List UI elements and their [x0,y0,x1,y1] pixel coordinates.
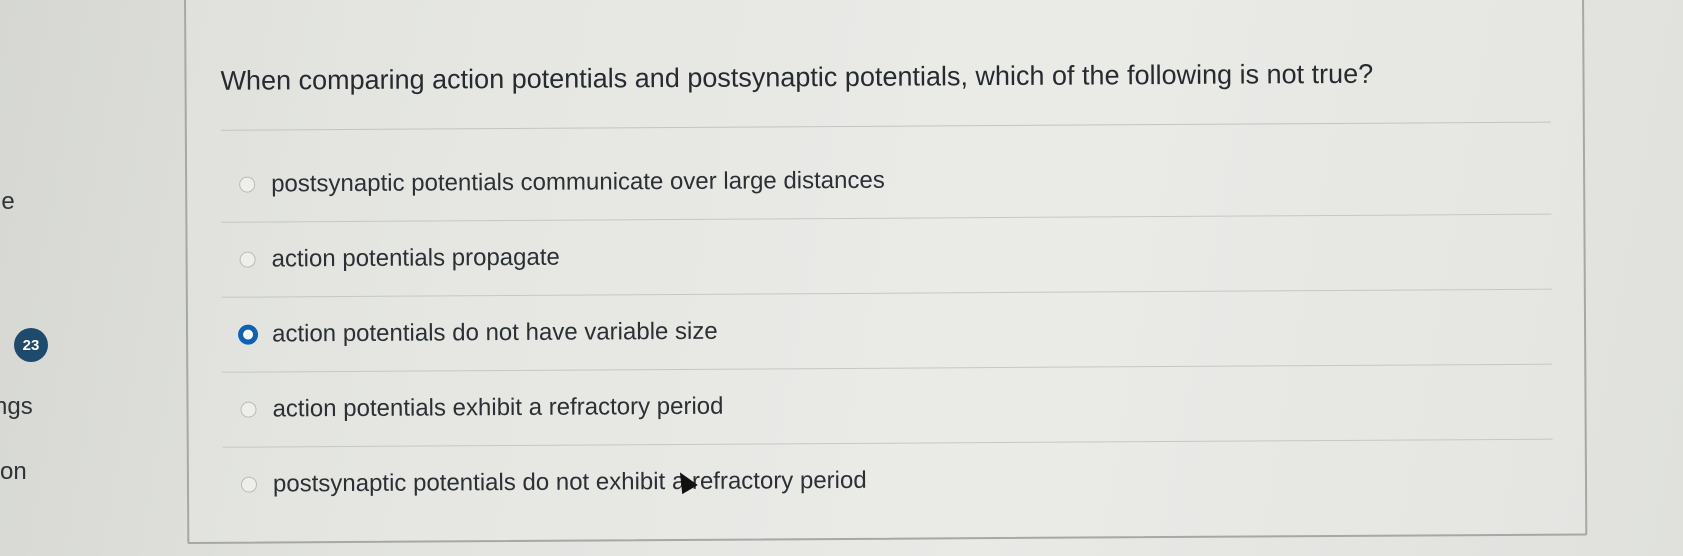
answer-label[interactable]: action potentials do not have variable s… [272,318,718,349]
radio-button-icon[interactable] [240,476,258,493]
answer-option-1[interactable]: postsynaptic potentials communicate over… [220,139,1552,223]
answer-label[interactable]: postsynaptic potentials do not exhibit a… [273,467,867,499]
screen: le 23 ngs on When comparing action poten… [0,0,1683,556]
answer-option-3[interactable]: action potentials do not have variable s… [221,289,1553,373]
answer-label[interactable]: action potentials exhibit a refractory p… [272,393,723,424]
question-count-badge: 23 [14,328,48,362]
nav-item-partial-2[interactable]: ngs [0,393,33,421]
answer-label[interactable]: action potentials propagate [272,244,560,274]
question-card: When comparing action potentials and pos… [184,0,1588,544]
answer-label[interactable]: postsynaptic potentials communicate over… [271,167,885,199]
nav-item-partial-3[interactable]: on [0,458,27,486]
nav-item-partial-1[interactable]: le [0,188,15,216]
radio-button-icon[interactable] [239,251,256,268]
answer-option-2[interactable]: action potentials propagate [221,214,1552,298]
answer-option-5[interactable]: postsynaptic potentials do not exhibit a… [223,440,1553,522]
radio-button-icon[interactable] [239,176,256,193]
course-navigation: le 23 ngs on [0,0,150,556]
question-text: When comparing action potentials and pos… [220,58,1374,96]
question-divider [220,121,1551,131]
radio-button-icon[interactable] [240,401,257,418]
answer-option-4[interactable]: action potentials exhibit a refractory p… [222,364,1553,448]
answer-list: postsynaptic potentials communicate over… [220,139,1553,522]
radio-button-selected-icon[interactable] [238,324,259,345]
